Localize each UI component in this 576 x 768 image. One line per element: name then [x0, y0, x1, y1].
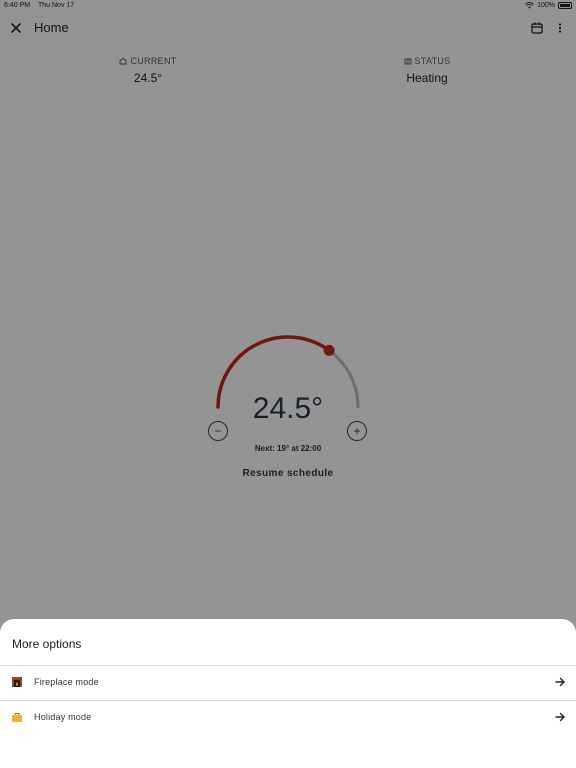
arrow-right-icon [555, 712, 565, 722]
fireplace-icon [12, 677, 22, 687]
fireplace-mode-option[interactable]: Fireplace mode [0, 666, 576, 700]
holiday-mode-label: Holiday mode [34, 712, 92, 722]
sheet-title: More options [12, 637, 82, 651]
arrow-right-icon [555, 677, 565, 687]
holiday-mode-option[interactable]: Holiday mode [0, 701, 576, 735]
fireplace-mode-label: Fireplace mode [34, 677, 99, 687]
suitcase-icon [12, 713, 22, 722]
more-options-sheet: More options Fireplace mode Holiday mode [0, 619, 576, 768]
